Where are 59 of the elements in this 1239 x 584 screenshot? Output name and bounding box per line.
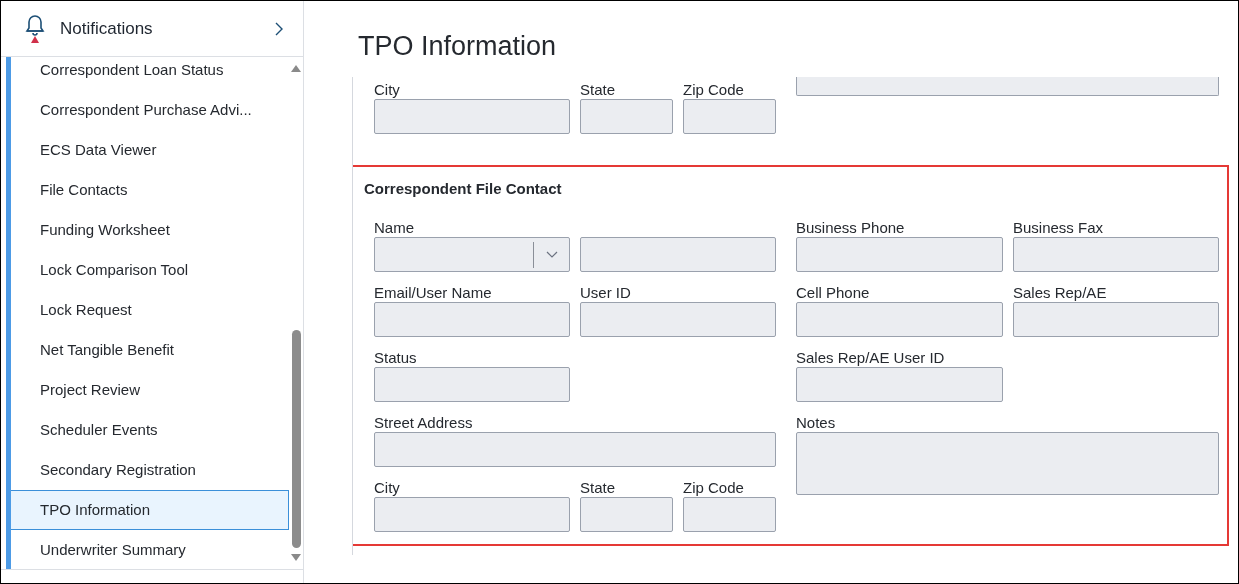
field-label: City: [374, 479, 400, 496]
field-label: Name: [374, 219, 414, 236]
sidebar-item[interactable]: ECS Data Viewer: [11, 130, 289, 170]
chevron-right-icon: [275, 21, 283, 36]
page-title: TPO Information: [358, 30, 558, 63]
input-field[interactable]: [374, 367, 570, 402]
input-field[interactable]: [796, 302, 1003, 337]
section-title: Correspondent File Contact: [364, 179, 563, 198]
input-field[interactable]: [683, 99, 776, 134]
input-field[interactable]: [796, 367, 1003, 402]
field-label: User ID: [580, 284, 631, 301]
text-area[interactable]: [796, 432, 1219, 495]
notifications-header[interactable]: Notifications: [1, 1, 303, 57]
field-label: Email/User Name: [374, 284, 492, 301]
input-field[interactable]: [374, 432, 776, 467]
sidebar-item[interactable]: Secondary Registration: [11, 450, 289, 490]
sidebar-item[interactable]: Correspondent Purchase Advi...: [11, 90, 289, 130]
input-field[interactable]: [374, 302, 570, 337]
text-area[interactable]: [796, 77, 1219, 96]
sidebar-item[interactable]: Correspondent Loan Status: [11, 57, 289, 90]
dropdown-field[interactable]: [374, 237, 570, 272]
sidebar-item[interactable]: Project Review: [11, 370, 289, 410]
scroll-thumb[interactable]: [291, 330, 301, 548]
input-field[interactable]: [580, 99, 673, 134]
input-field[interactable]: [796, 237, 1003, 272]
field-label: Status: [374, 349, 417, 366]
field-label: City: [374, 81, 400, 98]
field-label: Business Fax: [1013, 219, 1104, 236]
field-label: Business Phone: [796, 219, 905, 236]
bell-icon: [25, 14, 45, 36]
sidebar-item[interactable]: File Contacts: [11, 170, 289, 210]
field-label: Zip Code: [683, 479, 744, 496]
field-label: State: [580, 81, 616, 98]
input-field[interactable]: [374, 99, 570, 134]
sidebar-item[interactable]: Funding Worksheet: [11, 210, 289, 250]
field-label: Cell Phone: [796, 284, 870, 301]
sidebar-item[interactable]: Net Tangible Benefit: [11, 330, 289, 370]
input-field[interactable]: [1013, 237, 1219, 272]
input-field[interactable]: [580, 497, 673, 532]
sidebar-item[interactable]: Scheduler Events: [11, 410, 289, 450]
sidebar-item[interactable]: TPO Information: [11, 490, 289, 530]
input-field[interactable]: [580, 302, 776, 337]
input-field[interactable]: [580, 237, 776, 272]
field-label: Sales Rep/AE: [1013, 284, 1107, 301]
scroll-down-icon[interactable]: [291, 554, 301, 561]
field-label: Notes: [796, 414, 836, 431]
scroll-up-icon[interactable]: [291, 65, 301, 72]
field-label: Sales Rep/AE User ID: [796, 349, 945, 366]
field-label: Zip Code: [683, 81, 744, 98]
sidebar-item[interactable]: Lock Request: [11, 290, 289, 330]
chevron-down-icon: [545, 250, 558, 259]
input-field[interactable]: [1013, 302, 1219, 337]
field-label: State: [580, 479, 616, 496]
notifications-label: Notifications: [60, 17, 154, 40]
field-label: Street Address: [374, 414, 473, 431]
sidebar-item[interactable]: Underwriter Summary: [11, 530, 289, 569]
input-field[interactable]: [683, 497, 776, 532]
input-field[interactable]: [374, 497, 570, 532]
sidebar-item[interactable]: Lock Comparison Tool: [11, 250, 289, 290]
